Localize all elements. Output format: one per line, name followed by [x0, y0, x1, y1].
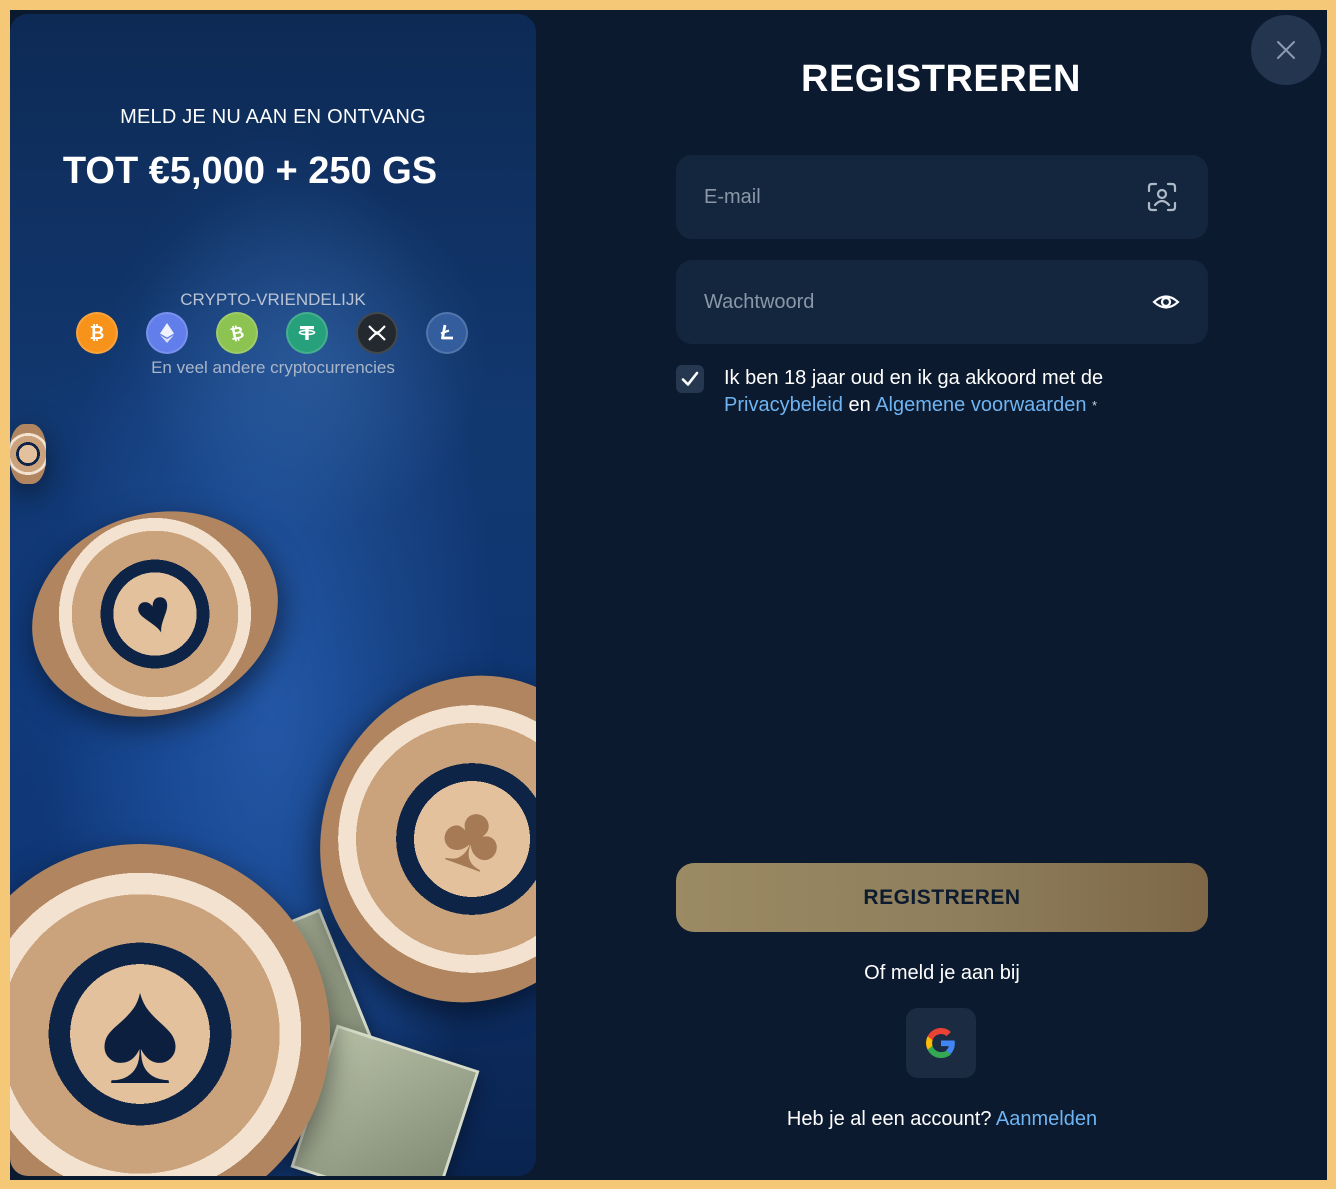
email-input[interactable] — [704, 185, 1144, 209]
litecoin-icon — [426, 312, 468, 354]
background-glow — [130, 174, 490, 534]
tether-icon — [286, 312, 328, 354]
svg-text:₿: ₿ — [90, 323, 105, 344]
checkmark-icon — [681, 371, 699, 386]
ethereum-icon — [146, 312, 188, 354]
close-icon — [1277, 41, 1295, 59]
promo-title: TOT €5,000 + 250 GS — [62, 150, 438, 192]
terms-consent: Ik ben 18 jaar oud en ik ga akkoord met … — [676, 365, 1176, 419]
password-field — [676, 260, 1208, 344]
form-title: REGISTREREN — [801, 58, 1081, 100]
google-login-button[interactable] — [906, 1008, 976, 1078]
required-mark: * — [1092, 398, 1098, 413]
crypto-label: CRYPTO-VRIENDELIJK — [180, 290, 366, 309]
google-icon — [926, 1028, 955, 1058]
poker-chip-image — [10, 424, 46, 484]
user-scan-icon — [1144, 179, 1180, 215]
bitcoin-cash-icon: ₿ — [216, 312, 258, 354]
password-input[interactable] — [704, 290, 1148, 314]
crypto-icons: ₿ ₿ — [76, 312, 468, 354]
promo-subtitle: MELD JE NU AAN EN ONTVANG — [120, 106, 426, 128]
consent-text: Ik ben 18 jaar oud en ik ga akkoord met … — [724, 365, 1103, 419]
consent-and: en — [848, 394, 871, 416]
svg-text:₿: ₿ — [228, 323, 246, 345]
consent-prefix: Ik ben 18 jaar oud en ik ga akkoord met … — [724, 367, 1104, 389]
login-link[interactable]: Aanmelden — [996, 1108, 1097, 1130]
eye-icon[interactable] — [1148, 284, 1184, 320]
login-prompt-text: Heb je al een account? — [786, 1108, 992, 1130]
terms-link[interactable]: Algemene voorwaarden — [875, 394, 1086, 416]
crypto-more-text: En veel andere cryptocurrencies — [151, 358, 395, 377]
terms-checkbox[interactable] — [676, 365, 704, 393]
poker-chip-image: ♠ — [10, 844, 330, 1176]
register-button[interactable]: REGISTREREN — [676, 863, 1208, 932]
registration-modal: ♥ ♣ ♠ MELD JE NU AAN EN ONTVANG TOT €5,0… — [10, 10, 1327, 1180]
social-login-label: Of meld je aan bij — [864, 962, 1020, 984]
email-field — [676, 155, 1208, 239]
privacy-policy-link[interactable]: Privacybeleid — [724, 394, 843, 416]
bitcoin-icon: ₿ — [76, 312, 118, 354]
xrp-icon — [356, 312, 398, 354]
close-button[interactable] — [1251, 15, 1321, 85]
promo-panel: ♥ ♣ ♠ MELD JE NU AAN EN ONTVANG TOT €5,0… — [10, 14, 536, 1176]
login-prompt: Heb je al een account? Aanmelden — [676, 1108, 1208, 1131]
